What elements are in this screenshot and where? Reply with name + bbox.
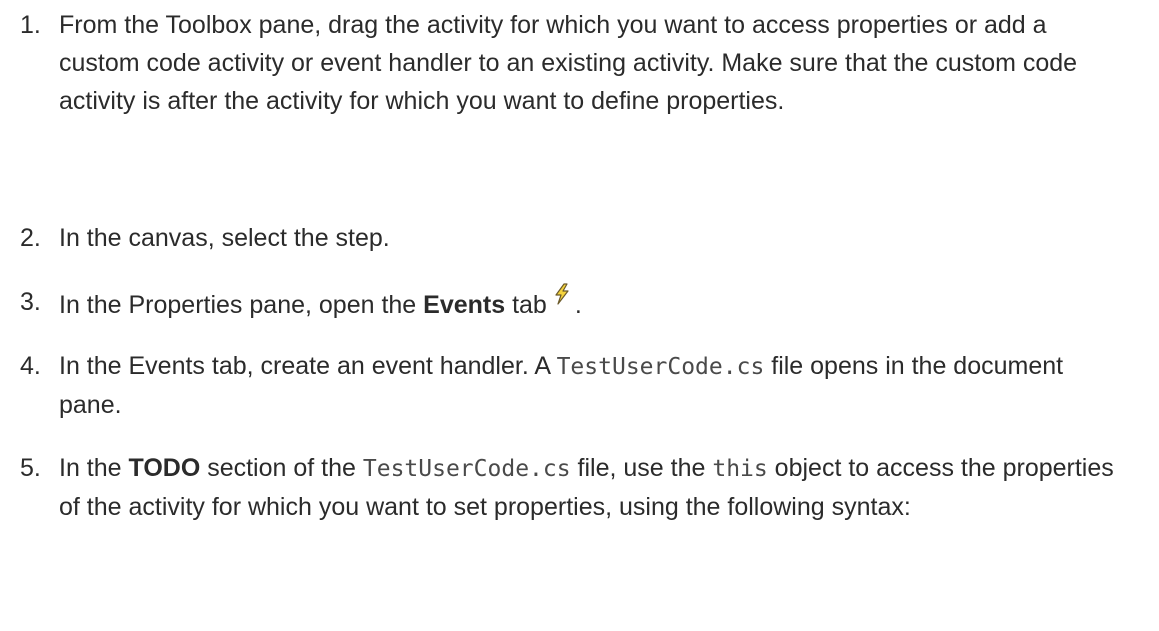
step-text-part: In the Events tab, create an event handl… — [59, 352, 557, 380]
step-text-part: section of the — [200, 454, 363, 482]
code-filename: TestUserCode.cs — [556, 354, 765, 380]
code-filename: TestUserCode.cs — [362, 456, 571, 482]
step-text-part: . — [574, 291, 582, 319]
step-text: From the Toolbox pane, drag the activity… — [59, 11, 1078, 115]
events-tab-label: Events — [423, 291, 506, 319]
step-number: 5. — [20, 454, 41, 482]
step-number: 2. — [20, 224, 41, 252]
step-number: 3. — [20, 288, 41, 316]
step-text: In the Events tab, create an event handl… — [59, 347, 1129, 424]
step-text: In the canvas, select the step. — [59, 224, 390, 252]
step-text-part: file, use the — [570, 454, 713, 482]
step-number: 1. — [20, 11, 41, 39]
step-text-part: In the — [59, 454, 129, 482]
step-number: 4. — [20, 352, 41, 380]
step-text: In the Properties pane, open the Events … — [59, 283, 1129, 324]
step-text-part: tab — [505, 291, 547, 319]
code-keyword: this — [712, 456, 768, 482]
todo-label: TODO — [128, 454, 201, 482]
step-text-part: In the Properties pane, open the — [59, 291, 424, 319]
lightning-bolt-icon — [553, 283, 571, 305]
step-text: In the TODO section of the TestUserCode.… — [59, 449, 1129, 526]
